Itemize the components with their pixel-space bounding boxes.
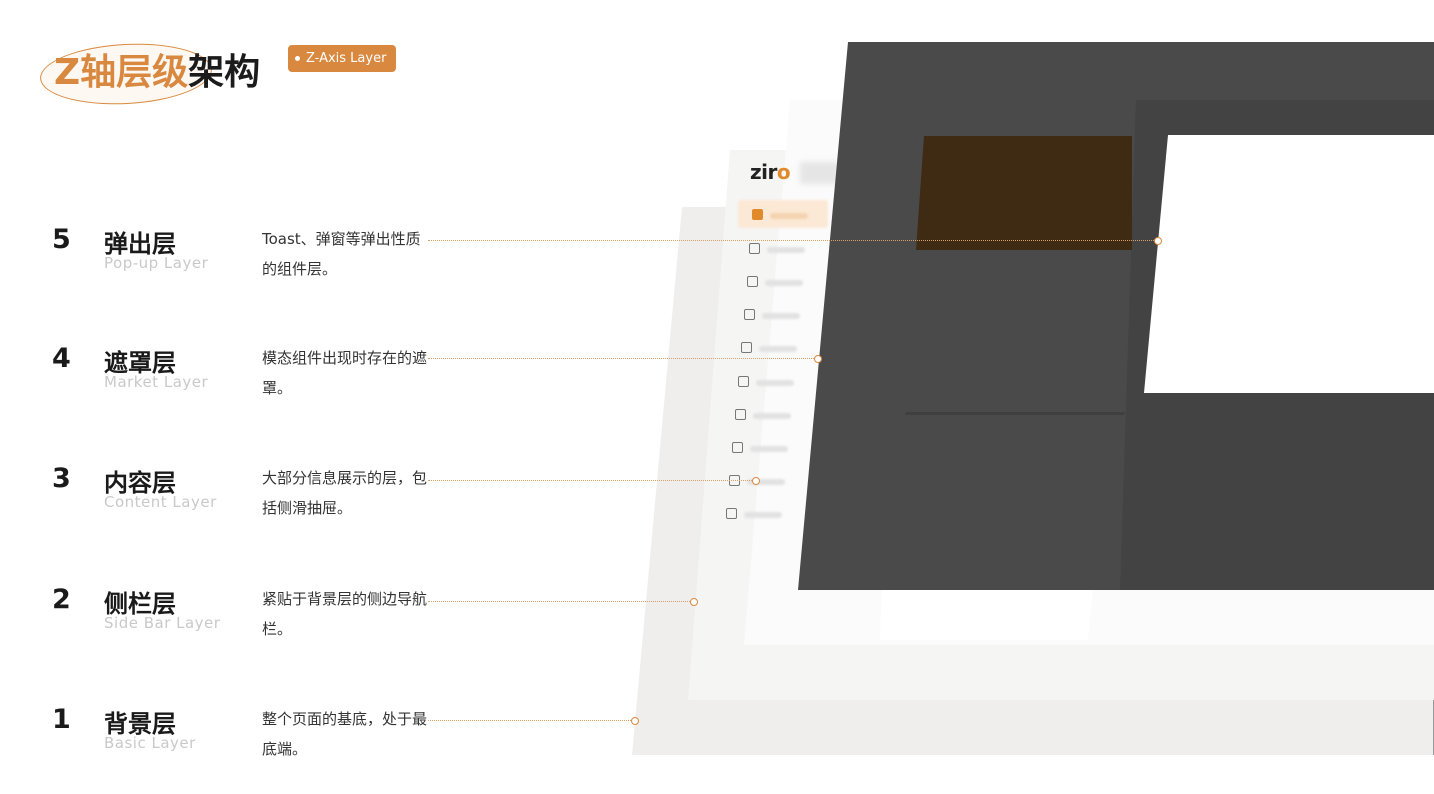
nav-item — [749, 240, 839, 260]
building-icon — [747, 276, 758, 287]
nav-item — [738, 373, 828, 393]
connector-sidebar-dot — [690, 598, 698, 606]
layer-description: 整个页面的基底，处于最底端。 — [262, 710, 428, 758]
cabinet-icon — [744, 309, 755, 320]
layer-row-mask: 4 遮罩层 Market Layer 模态组件出现时存在的遮罩。 — [0, 343, 440, 405]
layer-row-popup: 5 弹出层 Pop-up Layer Toast、弹窗等弹出性质的组件层。 — [0, 224, 440, 286]
layer-english-name: Market Layer — [104, 373, 209, 391]
nav-item — [729, 472, 819, 492]
home-icon — [752, 209, 763, 220]
layer-english-name: Content Layer — [104, 493, 217, 511]
search-icon — [726, 508, 737, 519]
nav-item — [735, 406, 825, 426]
tag-dot-icon — [295, 56, 300, 61]
store-icon — [738, 376, 749, 387]
logo-suffix-blur — [800, 162, 840, 184]
title-rest: 架构 — [188, 52, 261, 93]
layer-row-sidebar: 2 侧栏层 Side Bar Layer 紧贴于背景层的侧边导航栏。 — [0, 584, 440, 646]
layer-description: 紧贴于背景层的侧边导航栏。 — [262, 590, 428, 638]
layer-english-name: Side Bar Layer — [104, 614, 221, 632]
nav-item — [732, 439, 822, 459]
nav-item — [744, 306, 834, 326]
clipboard-icon — [741, 342, 752, 353]
layer-number: 2 — [52, 584, 71, 615]
connector-sidebar — [428, 601, 694, 602]
layer-description: Toast、弹窗等弹出性质的组件层。 — [262, 230, 421, 278]
layer-number: 3 — [52, 463, 71, 494]
nav-item-home — [752, 206, 842, 226]
layer-description: 模态组件出现时存在的遮罩。 — [262, 349, 428, 397]
layer-row-content: 3 内容层 Content Layer 大部分信息展示的层，包括侧滑抽屉。 — [0, 463, 440, 525]
nav-item — [747, 273, 837, 293]
connector-popup-dot — [1154, 237, 1162, 245]
location-icon — [749, 243, 760, 254]
edit-icon — [732, 442, 743, 453]
app-logo: ziro — [750, 160, 791, 184]
chart-icon — [735, 409, 746, 420]
layer-number: 5 — [52, 224, 71, 255]
title-tag: Z-Axis Layer — [288, 45, 397, 72]
connector-popup — [428, 240, 1158, 241]
connector-content-dot — [752, 477, 760, 485]
layer-number: 1 — [52, 704, 71, 735]
layer-english-name: Pop-up Layer — [104, 254, 209, 272]
connector-basic — [428, 720, 635, 721]
connector-content — [428, 480, 756, 481]
connector-basic-dot — [631, 717, 639, 725]
nav-item — [726, 505, 816, 525]
connector-mask-dot — [814, 355, 822, 363]
connector-mask — [428, 358, 818, 359]
layer-english-name: Basic Layer — [104, 734, 196, 752]
layer-number: 4 — [52, 343, 71, 374]
title-accent: Z轴层级 — [54, 52, 189, 93]
layer-description: 大部分信息展示的层，包括侧滑抽屉。 — [262, 469, 428, 517]
layer-row-basic: 1 背景层 Basic Layer 整个页面的基底，处于最底端。 — [0, 704, 440, 766]
